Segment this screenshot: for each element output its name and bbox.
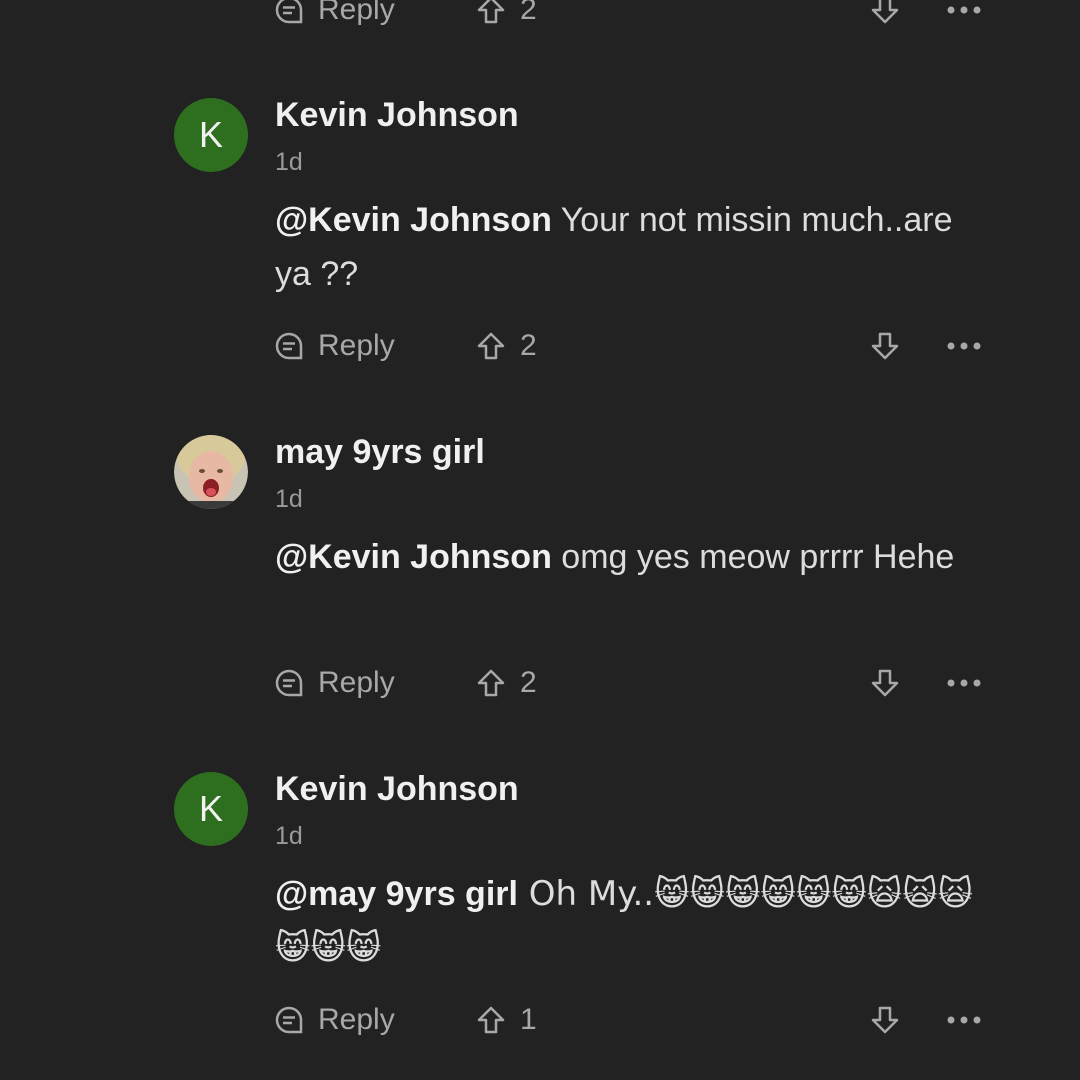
comment-actions: Reply 2 [274,661,990,705]
comment-time: 1d [275,148,303,176]
more-options-button[interactable] [946,5,982,15]
arrow-up-outline-icon [476,668,506,698]
reply-label: Reply [318,666,395,699]
comment-author[interactable]: Kevin Johnson [275,96,519,135]
comment-actions: Reply 2 [274,0,990,32]
upvote-button[interactable]: 2 [476,666,537,700]
downvote-button[interactable] [870,331,900,361]
downvote-button[interactable] [870,668,900,698]
comment-actions: Reply 2 [274,324,990,368]
arrow-down-outline-icon [870,331,900,361]
reply-button[interactable]: Reply [274,329,395,363]
reply-button[interactable]: Reply [274,666,395,700]
avatar-photo [174,435,248,509]
reply-label: Reply [318,329,395,362]
comment-actions: Reply 1 [274,998,990,1042]
comment-time: 1d [275,822,303,850]
reply-bubble-icon [274,331,304,361]
upvote-button[interactable]: 2 [476,0,537,27]
comment-body: @Kevin Johnson Your not missin much..are… [275,193,995,301]
upvote-count: 2 [520,666,537,699]
avatar[interactable] [174,435,248,509]
comment-body: @may 9yrs girl Oh My..😸😸😸😸😸😸🙀🙀🙀😸😸😸 [275,867,995,975]
upvote-button[interactable]: 1 [476,1003,537,1037]
comment-body: @Kevin Johnson omg yes meow prrrr Hehe [275,530,995,584]
downvote-button[interactable] [870,1005,900,1035]
more-horizontal-icon [946,1015,982,1025]
reply-label: Reply [318,0,395,26]
upvote-count: 2 [520,0,537,26]
arrow-down-outline-icon [870,668,900,698]
comment-time: 1d [275,485,303,513]
mention-link[interactable]: @Kevin Johnson [275,201,552,239]
comment-author[interactable]: Kevin Johnson [275,770,519,809]
upvote-count: 1 [520,1003,537,1036]
mention-link[interactable]: @may 9yrs girl [275,875,518,913]
more-horizontal-icon [946,341,982,351]
reply-bubble-icon [274,1005,304,1035]
comment-author[interactable]: may 9yrs girl [275,433,485,472]
arrow-up-outline-icon [476,0,506,25]
reply-label: Reply [318,1003,395,1036]
more-options-button[interactable] [946,341,982,351]
reply-button[interactable]: Reply [274,1003,395,1037]
reply-button[interactable]: Reply [274,0,395,27]
more-options-button[interactable] [946,1015,982,1025]
upvote-button[interactable]: 2 [476,329,537,363]
downvote-button[interactable] [870,0,900,25]
comment-thread: Reply 2 K Kevin Johnson 1d @Kevin Johnso… [0,0,1080,1080]
more-horizontal-icon [946,5,982,15]
arrow-down-outline-icon [870,0,900,25]
more-options-button[interactable] [946,678,982,688]
avatar[interactable]: K [174,772,248,846]
avatar[interactable]: K [174,98,248,172]
mention-link[interactable]: @Kevin Johnson [275,538,552,576]
reply-bubble-icon [274,0,304,25]
reply-bubble-icon [274,668,304,698]
comment-text: omg yes meow prrrr Hehe [551,538,955,576]
arrow-up-outline-icon [476,1005,506,1035]
upvote-count: 2 [520,329,537,362]
more-horizontal-icon [946,678,982,688]
arrow-up-outline-icon [476,331,506,361]
arrow-down-outline-icon [870,1005,900,1035]
